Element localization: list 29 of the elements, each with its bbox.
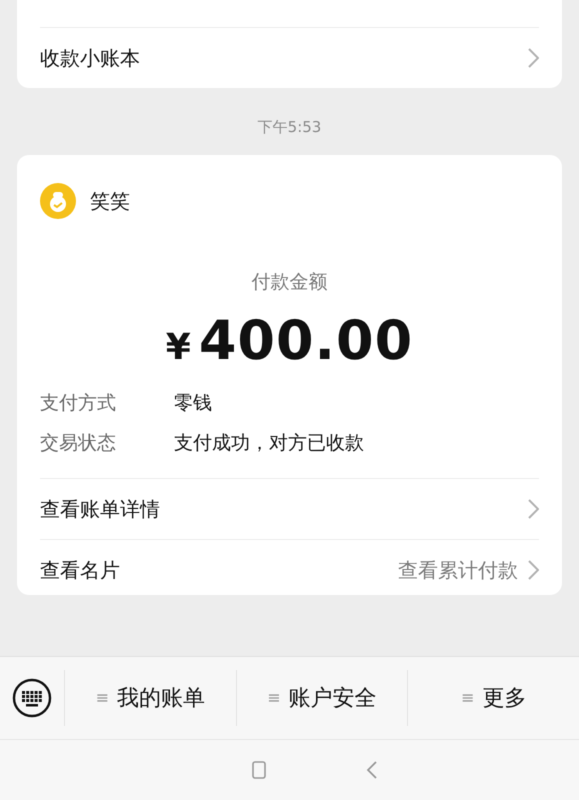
row-hint: 查看累计付款	[398, 556, 518, 584]
chevron-right-icon	[528, 560, 539, 580]
detail-label: 支付方式	[40, 391, 117, 416]
chevron-right-icon	[528, 48, 539, 68]
menu-button[interactable]: ≡ 账户安全	[236, 670, 408, 726]
amount-label: 付款金额	[252, 270, 328, 295]
row-label: 查看账单详情	[40, 496, 161, 522]
link-row[interactable]: 查看账单详情	[40, 478, 539, 539]
menu-glyph: ≡	[460, 688, 474, 707]
timestamp: 下午5:53	[258, 118, 322, 137]
detail-value: 零钱	[174, 391, 213, 416]
sender-name: 笑笑	[90, 188, 130, 214]
back-icon[interactable]	[366, 760, 378, 780]
menu-button[interactable]: ≡ 更多	[407, 670, 579, 726]
amount: 400.00	[198, 309, 414, 372]
home-icon[interactable]	[252, 760, 266, 779]
menu-glyph: ≡	[96, 688, 110, 707]
chevron-right-icon	[528, 499, 539, 519]
keyboard-icon	[12, 678, 52, 718]
link-row[interactable]: 查看名片 查看累计付款	[40, 539, 539, 600]
row-label: 收款小账本	[40, 44, 141, 72]
detail-label: 交易状态	[40, 431, 117, 456]
detail-value: 支付成功，对方已收款	[174, 431, 365, 456]
currency-symbol: ¥	[166, 327, 191, 368]
row-label: 查看名片	[40, 556, 121, 584]
ledger-row[interactable]: 收款小账本	[40, 27, 539, 88]
avatar-icon	[40, 183, 76, 219]
menu-glyph: ≡	[267, 688, 281, 707]
menu-button[interactable]: ≡ 我的账单	[64, 670, 236, 726]
